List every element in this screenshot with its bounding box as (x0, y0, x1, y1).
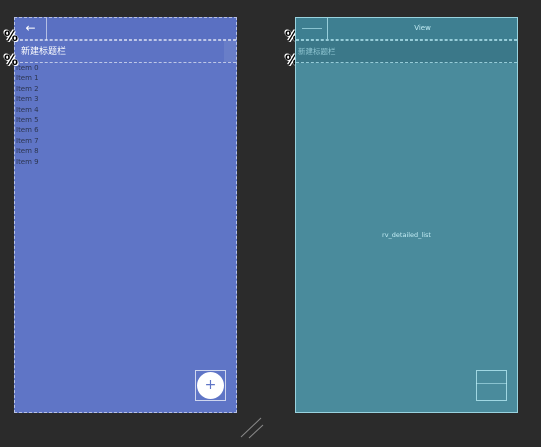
list-item[interactable]: Item 7 (16, 136, 216, 146)
blueprint-back-slot[interactable] (296, 18, 328, 39)
list-item[interactable]: Item 0 (16, 63, 216, 73)
blueprint-toolbar: View (296, 18, 517, 40)
list-item[interactable]: Item 4 (16, 105, 216, 115)
blueprint-title-bar[interactable]: 新建标题栏 (296, 40, 517, 63)
blueprint-view-label[interactable]: View (328, 18, 517, 39)
add-fab-button[interactable]: + (197, 372, 224, 399)
blueprint-back-icon (302, 28, 322, 29)
toolbar: ← (15, 18, 236, 40)
blueprint-title-text: 新建标题栏 (298, 47, 336, 56)
back-arrow-icon[interactable]: ← (15, 18, 47, 40)
design-preview-panel[interactable]: ← 新建标题栏 Item 0 Item 1 Item 2 Item 3 Item… (14, 17, 237, 413)
blueprint-fab-box[interactable] (476, 370, 507, 401)
blueprint-fab-guide (476, 383, 507, 384)
list-item[interactable]: Item 3 (16, 94, 216, 104)
resize-handle-icon[interactable] (240, 417, 264, 439)
title-bar-text: 新建标题栏 (21, 47, 67, 57)
list-item[interactable]: Item 5 (16, 115, 216, 125)
title-bar-overflow (224, 41, 236, 62)
blueprint-list-label[interactable]: rv_detailed_list (296, 231, 517, 239)
recycler-list[interactable]: Item 0 Item 1 Item 2 Item 3 Item 4 Item … (16, 63, 216, 167)
list-item[interactable]: Item 2 (16, 84, 216, 94)
title-bar[interactable]: 新建标题栏 (15, 40, 236, 63)
list-item[interactable]: Item 8 (16, 146, 216, 156)
list-item[interactable]: Item 9 (16, 157, 216, 167)
blueprint-preview-panel[interactable]: View 新建标题栏 rv_detailed_list (295, 17, 518, 413)
percent-marker-icon[interactable]: % (4, 54, 18, 68)
list-item[interactable]: Item 6 (16, 125, 216, 135)
list-item[interactable]: Item 1 (16, 73, 216, 83)
percent-marker-icon[interactable]: % (4, 30, 18, 44)
